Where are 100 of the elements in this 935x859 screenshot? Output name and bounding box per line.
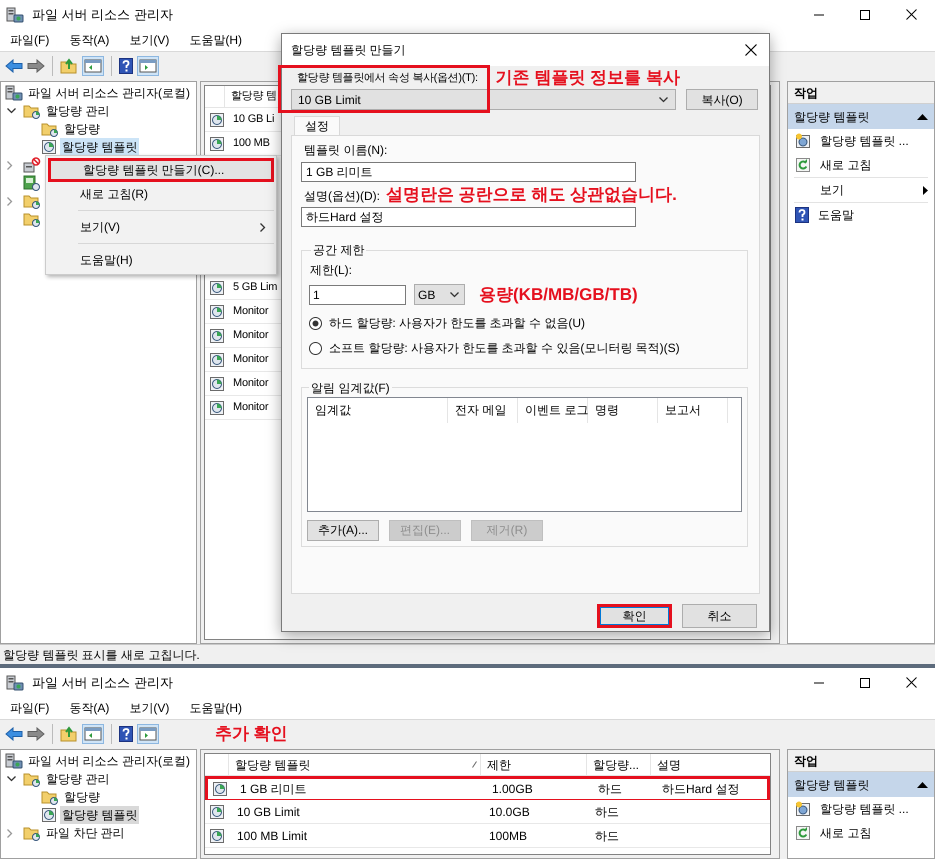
action-link[interactable]: 할당량 템플릿 ... [820, 132, 928, 150]
tree-item[interactable]: 할당량 템플릿 [60, 138, 140, 156]
pane-toggle-icon[interactable] [137, 724, 159, 744]
folder-up-icon[interactable] [60, 58, 78, 74]
radio-button[interactable] [309, 316, 322, 330]
table-cell-text: Monitor [233, 352, 268, 368]
column-header[interactable]: 할당량... [587, 754, 651, 775]
refresh-icon [795, 157, 811, 173]
radio-button[interactable] [309, 342, 322, 354]
pane-toggle-icon[interactable] [82, 724, 104, 744]
menu-item[interactable]: 파일(F) [4, 699, 56, 717]
column-header[interactable]: 할당량 템 [231, 88, 277, 105]
menu-item[interactable]: 도움말(H) [183, 699, 248, 717]
forward-arrow-icon[interactable] [27, 58, 45, 72]
quota-folder-icon [23, 103, 41, 119]
app-icon [6, 674, 24, 690]
action-link[interactable]: 보기 [820, 181, 923, 199]
close-icon[interactable] [906, 9, 917, 20]
table-cell-text: 100 MB Limit [236, 828, 308, 844]
tree-item[interactable]: 할당량 [62, 120, 102, 138]
actions-header: 작업 [788, 82, 934, 104]
limit-field[interactable]: 1 [309, 284, 406, 305]
forward-arrow-icon[interactable] [27, 726, 45, 740]
menu-item[interactable]: 동작(A) [63, 31, 116, 49]
column-header[interactable]: 임계값 [308, 398, 448, 422]
annotation-note: 기존 템플릿 정보를 복사 [496, 69, 680, 87]
unit-dropdown[interactable]: GB [414, 284, 465, 306]
expand-chevron-icon[interactable] [7, 776, 16, 782]
column-header[interactable]: 보고서 [658, 398, 728, 422]
action-link[interactable]: 도움말 [818, 206, 928, 224]
tree-item[interactable]: 파일 서버 리소스 관리자(로컬) [26, 84, 192, 102]
field-label: 할당량 템플릿에서 속성 복사(옵션)(T): [296, 70, 478, 86]
close-icon[interactable] [906, 677, 917, 688]
new-template-icon [795, 133, 811, 149]
context-menu-item[interactable]: 할당량 템플릿 만들기(C)... [48, 158, 274, 182]
dialog-button[interactable]: 확인 [597, 604, 672, 628]
back-arrow-icon[interactable] [5, 726, 23, 740]
column-header[interactable]: 명령 [588, 398, 658, 422]
quota-icon [209, 328, 225, 344]
column-header[interactable]: 이벤트 로그 [518, 398, 588, 422]
sort-icon [472, 761, 477, 768]
quota-icon [209, 376, 225, 392]
action-link[interactable]: 새로 고침 [820, 156, 928, 174]
table-cell-text: Monitor [233, 328, 268, 344]
dialog-button[interactable]: 취소 [682, 604, 757, 628]
context-menu-item[interactable]: 보기(V) [48, 215, 274, 239]
template-name-field[interactable]: 1 GB 리미트 [301, 162, 636, 182]
pane-toggle-icon[interactable] [137, 56, 159, 76]
action-link[interactable]: 새로 고침 [820, 824, 928, 842]
dropdown-chevron-icon[interactable] [659, 96, 668, 102]
radio-label: 하드 할당량: 사용자가 한도를 초과할 수 없음(U) [329, 315, 585, 332]
quota-folder-icon [23, 771, 41, 787]
table-cell-text: 5 GB Lim [233, 280, 278, 296]
close-icon[interactable] [745, 44, 757, 56]
annotation-note: 추가 확인 [215, 722, 288, 745]
menu-item[interactable]: 도움말(H) [183, 31, 248, 49]
actions-section-header[interactable]: 할당량 템플릿 [788, 104, 934, 129]
copy-template-dropdown[interactable]: 10 GB Limit [291, 89, 676, 110]
window-title: 파일 서버 리소스 관리자 [32, 674, 173, 692]
action-link[interactable]: 할당량 템플릿 ... [820, 800, 928, 818]
menu-item[interactable]: 보기(V) [123, 699, 176, 717]
back-arrow-icon[interactable] [5, 58, 23, 72]
expand-chevron-icon[interactable] [7, 108, 16, 114]
tree-item[interactable]: 할당량 관리 [44, 102, 112, 120]
actions-section-header[interactable]: 할당량 템플릿 [788, 772, 934, 797]
tree-item[interactable]: 파일 차단 관리 [44, 824, 127, 842]
tree-item[interactable]: 할당량 [62, 788, 102, 806]
maximize-icon[interactable] [860, 678, 870, 688]
table-cell-text: 10 GB Limit [236, 804, 301, 820]
column-header[interactable]: 전자 메일 [448, 398, 518, 422]
tree-item[interactable]: 할당량 관리 [44, 770, 112, 788]
collapse-icon[interactable] [917, 782, 928, 788]
server-icon [5, 85, 23, 101]
dropdown-chevron-icon[interactable] [450, 292, 459, 298]
table-cell-text: 하드 [594, 828, 620, 844]
menu-item[interactable]: 동작(A) [63, 699, 116, 717]
collapse-icon[interactable] [917, 114, 928, 120]
maximize-icon[interactable] [860, 10, 870, 20]
description-field[interactable]: 하드Hard 설정 [301, 207, 636, 227]
copy-button[interactable]: 복사(O) [686, 89, 758, 110]
tree-item[interactable]: 파일 서버 리소스 관리자(로컬) [26, 752, 192, 770]
settings-tab[interactable]: 설정 [294, 116, 340, 135]
threshold-button[interactable]: 추가(A)... [307, 520, 379, 540]
dialog-title: 할당량 템플릿 만들기 [291, 42, 407, 59]
context-menu-item[interactable]: 새로 고침(R) [48, 182, 274, 206]
collapse-chevron-icon[interactable] [7, 828, 13, 838]
column-header[interactable]: 할당량 템플릿 [229, 754, 481, 775]
tree-item[interactable]: 할당량 템플릿 [60, 806, 140, 824]
collapse-chevron-icon[interactable] [7, 196, 13, 206]
column-header[interactable]: 제한 [481, 754, 587, 775]
pane-toggle-icon[interactable] [82, 56, 104, 76]
column-header[interactable]: 설명 [651, 754, 770, 775]
collapse-chevron-icon[interactable] [7, 160, 13, 170]
context-menu-item[interactable]: 도움말(H) [48, 248, 274, 272]
folder-up-icon[interactable] [60, 726, 78, 742]
quota-icon [209, 400, 225, 416]
menu-item[interactable]: 보기(V) [123, 31, 176, 49]
menu-item[interactable]: 파일(F) [4, 31, 56, 49]
quota-icon [209, 136, 225, 152]
quota-icon [209, 304, 225, 320]
